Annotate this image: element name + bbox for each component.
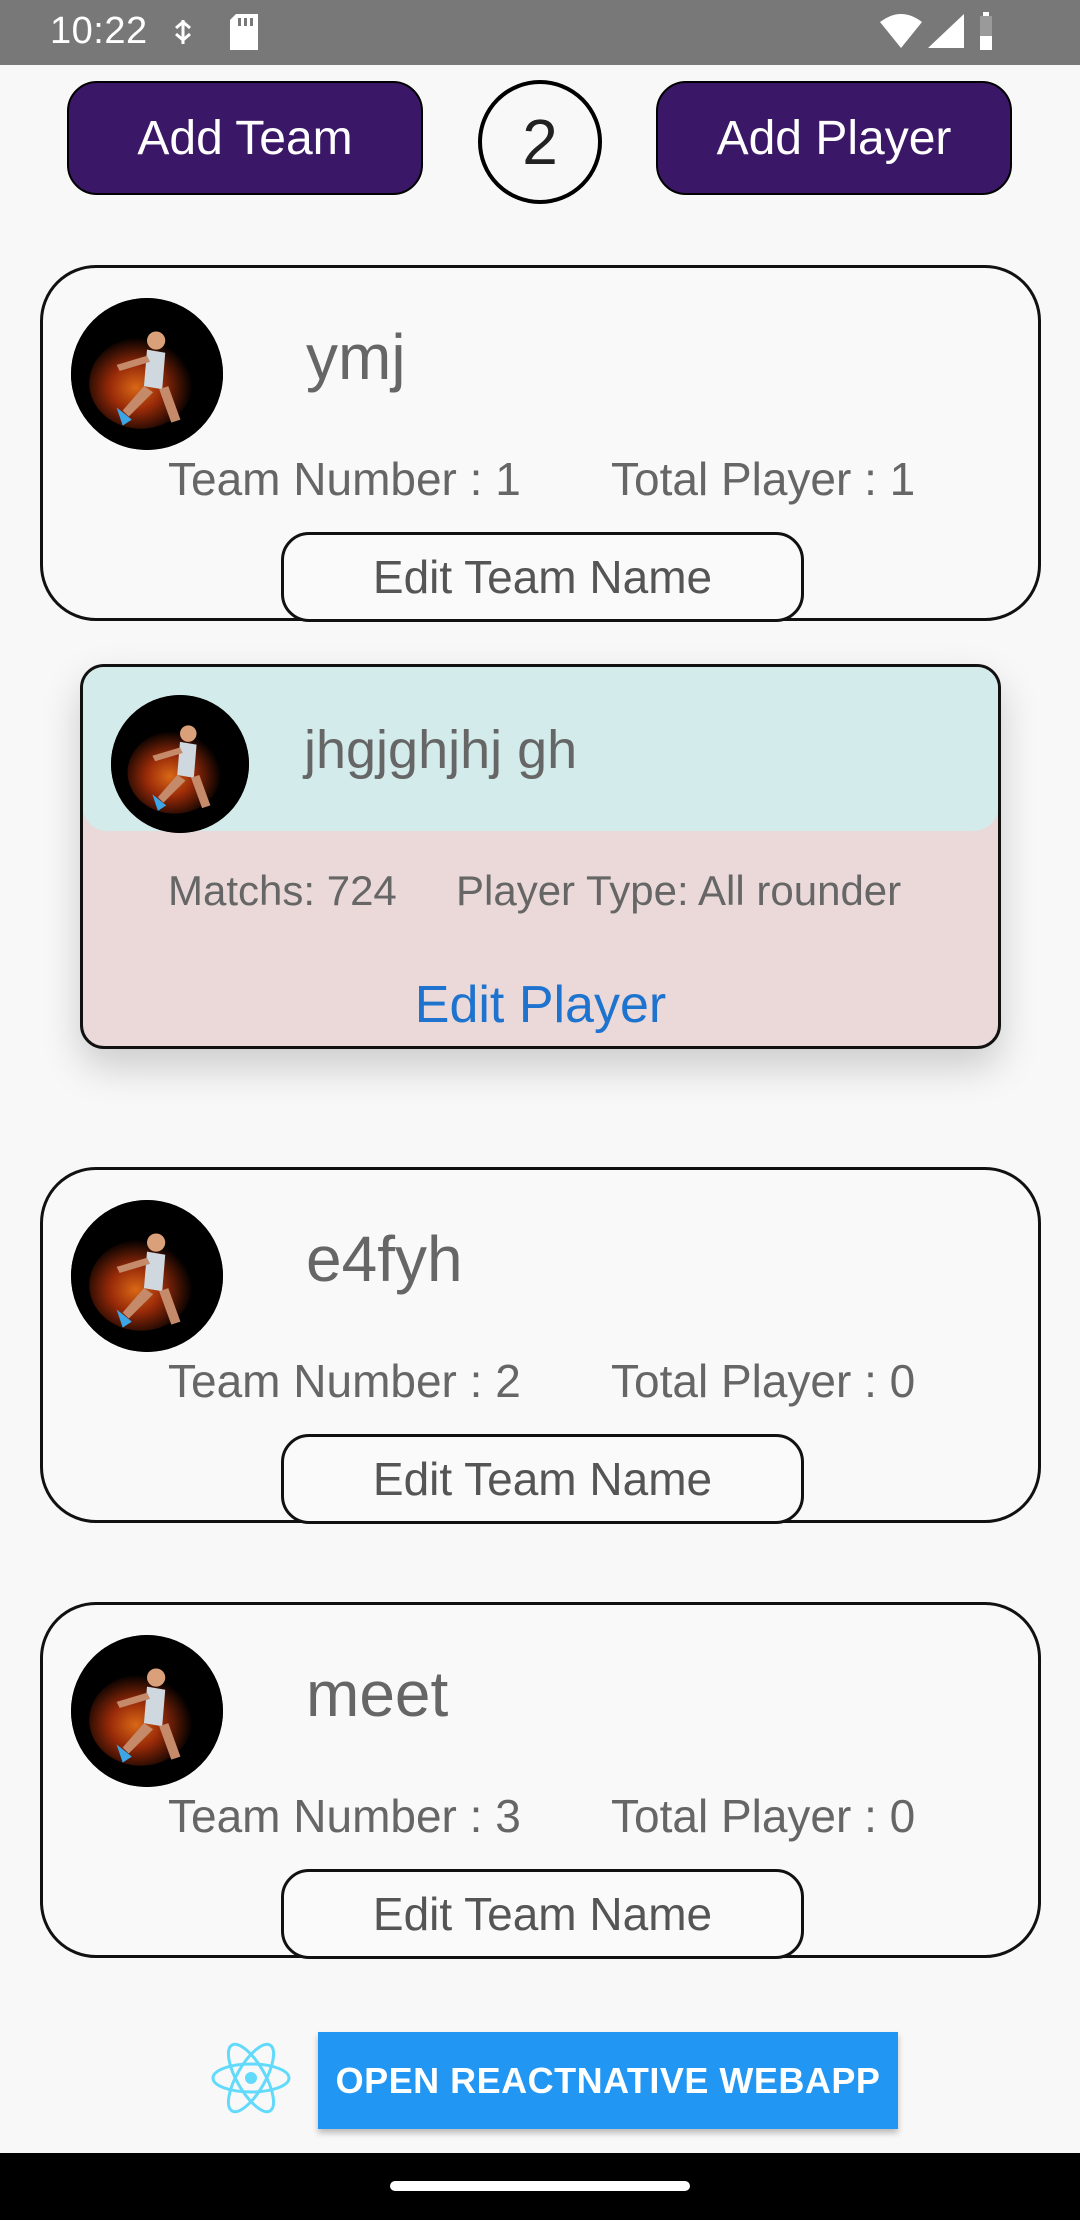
team-name: meet	[306, 1658, 449, 1730]
player-card-header: jhgjghjhj gh	[83, 667, 998, 833]
team-number: Team Number : 1	[168, 453, 521, 505]
battery-icon	[980, 12, 992, 50]
status-bar: 10:22	[0, 0, 1080, 65]
edit-player-link[interactable]: Edit Player	[83, 975, 998, 1035]
react-logo-icon	[211, 2042, 291, 2114]
player-image-icon	[71, 298, 223, 450]
team-count-badge: 2	[478, 80, 602, 204]
open-webapp-button[interactable]: OPEN REACTNATIVE WEBAPP	[318, 2032, 898, 2129]
team-number: Team Number : 3	[168, 1790, 521, 1842]
edit-team-name-button[interactable]: Edit Team Name	[281, 532, 804, 622]
player-image-icon	[111, 695, 249, 833]
player-image-icon	[71, 1200, 223, 1352]
wifi-icon	[880, 14, 922, 48]
add-team-button[interactable]: Add Team	[67, 81, 423, 195]
add-player-button[interactable]: Add Player	[656, 81, 1012, 195]
signal-icon	[928, 14, 964, 48]
team-name: ymj	[306, 321, 406, 393]
sd-card-icon	[230, 14, 258, 50]
navigation-bar	[0, 2153, 1080, 2220]
team-avatar	[71, 1635, 223, 1787]
team-total-player: Total Player : 0	[611, 1790, 916, 1842]
team-avatar	[71, 298, 223, 450]
team-total-player: Total Player : 1	[611, 453, 916, 505]
usb-debug-icon	[175, 20, 191, 44]
edit-team-name-button[interactable]: Edit Team Name	[281, 1434, 804, 1524]
status-time: 10:22	[50, 10, 148, 52]
team-total-player: Total Player : 0	[611, 1355, 916, 1407]
team-card[interactable]: e4fyh Team Number : 2 Total Player : 0 E…	[40, 1167, 1041, 1524]
player-name: jhgjghjhj gh	[304, 720, 578, 780]
edit-team-name-button[interactable]: Edit Team Name	[281, 1869, 804, 1959]
team-number: Team Number : 2	[168, 1355, 521, 1407]
team-name: e4fyh	[306, 1223, 463, 1295]
team-card[interactable]: ymj Team Number : 1 Total Player : 1 Edi…	[40, 265, 1041, 622]
player-avatar	[111, 695, 249, 833]
home-gesture-handle[interactable]	[390, 2181, 690, 2191]
team-card[interactable]: meet Team Number : 3 Total Player : 0 Ed…	[40, 1602, 1041, 1959]
player-image-icon	[71, 1635, 223, 1787]
player-matches: Matchs: 724	[168, 867, 397, 914]
player-type: Player Type: All rounder	[456, 867, 902, 914]
team-avatar	[71, 1200, 223, 1352]
player-card[interactable]: jhgjghjhj gh Matchs: 724 Player Type: Al…	[80, 664, 1001, 1049]
